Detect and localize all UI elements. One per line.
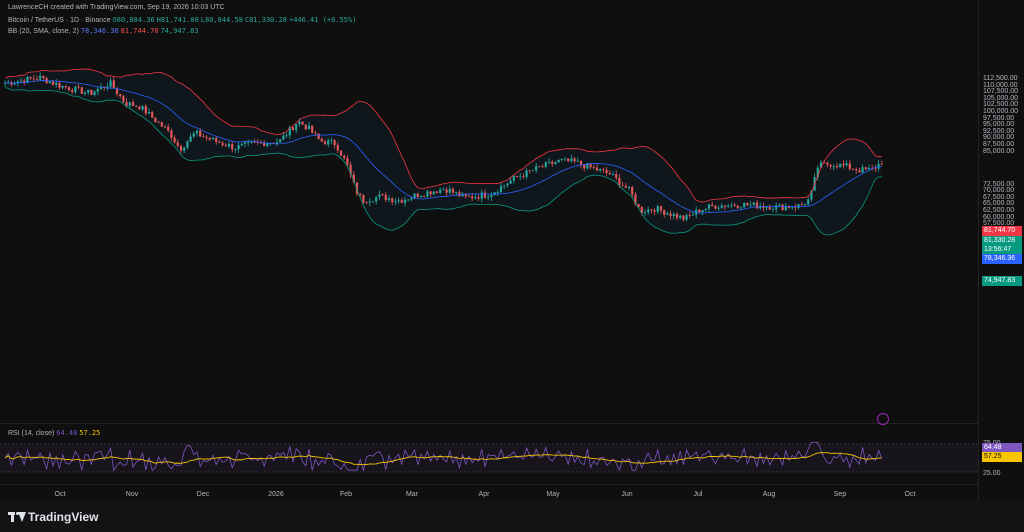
time-tick-label: May [546, 491, 560, 498]
bb-basis-value: 78,346.36 [80, 27, 119, 35]
lightning-icon[interactable] [877, 413, 889, 425]
time-tick-label: Oct [54, 491, 66, 498]
rsi-legend[interactable]: RSI (14, close) 64.48 57.25 [8, 429, 100, 437]
last-price: 81,330.28 [984, 237, 1016, 244]
bb-upper-value: 81,744.70 [120, 27, 159, 35]
time-tick-label: Jul [693, 491, 703, 498]
brand-name: TradingView [28, 510, 99, 524]
time-axis[interactable]: Oct Nov Dec 2026 Feb Mar Apr May Jun Jul Aug Sep Oct [0, 484, 978, 501]
bb-lower-value: 74,947.83 [160, 27, 199, 35]
bb-label: BB (20, SMA, close, 2) [8, 28, 79, 35]
time-tick-label: Apr [478, 491, 490, 498]
chart-header: LawrenceCH created with TradingView.com,… [8, 4, 225, 11]
rsi-tick-label: 25.00 [983, 470, 1001, 477]
open-value: O80,884.36 [112, 16, 155, 24]
price-tick-label: 85,000.00 [983, 147, 1015, 155]
rsi-ma-value: 57.25 [79, 429, 101, 437]
price-chart[interactable] [0, 0, 978, 484]
time-tick-label: Oct [904, 491, 916, 498]
time-tick-label: Nov [125, 491, 139, 498]
tradingview-logo[interactable]: TradingView [8, 510, 98, 524]
rsi-ma-badge: 57.25 [982, 452, 1022, 462]
basis-badge: 78,346.36 [982, 254, 1022, 264]
bb-fill [5, 69, 882, 235]
low-value: L80,844.58 [200, 16, 243, 24]
lower-band-badge: 74,947.83 [982, 276, 1022, 286]
bb-legend[interactable]: BB (20, SMA, close, 2) 78,346.36 81,744.… [8, 27, 198, 35]
footer-bar [0, 500, 1024, 532]
change-value: +446.41 (+0.55%) [288, 16, 357, 24]
symbol-name: Bitcoin / TetherUS · 1D · Binance [8, 17, 111, 24]
time-tick-label: Mar [405, 491, 419, 498]
symbol-legend[interactable]: Bitcoin / TetherUS · 1D · Binance O80,88… [8, 16, 356, 24]
upper-band-badge: 81,744.70 [982, 226, 1022, 236]
rsi-label: RSI (14, close) [8, 430, 55, 437]
time-tick-label: Sep [833, 491, 847, 498]
high-value: H81,741.00 [156, 16, 199, 24]
time-tick-label: Aug [762, 491, 776, 498]
time-tick-label: Jun [621, 491, 633, 498]
last-price-badge: 81,330.28 13:56:47 [982, 236, 1022, 254]
rsi-value: 64.48 [56, 429, 78, 437]
countdown: 13:56:47 [984, 246, 1012, 253]
time-tick-label: 2026 [268, 491, 284, 498]
close-value: C81,330.28 [244, 16, 288, 24]
time-tick-label: Dec [196, 491, 210, 498]
time-tick-label: Feb [339, 491, 353, 498]
tradingview-icon [8, 512, 26, 522]
pane-divider[interactable] [0, 423, 978, 424]
